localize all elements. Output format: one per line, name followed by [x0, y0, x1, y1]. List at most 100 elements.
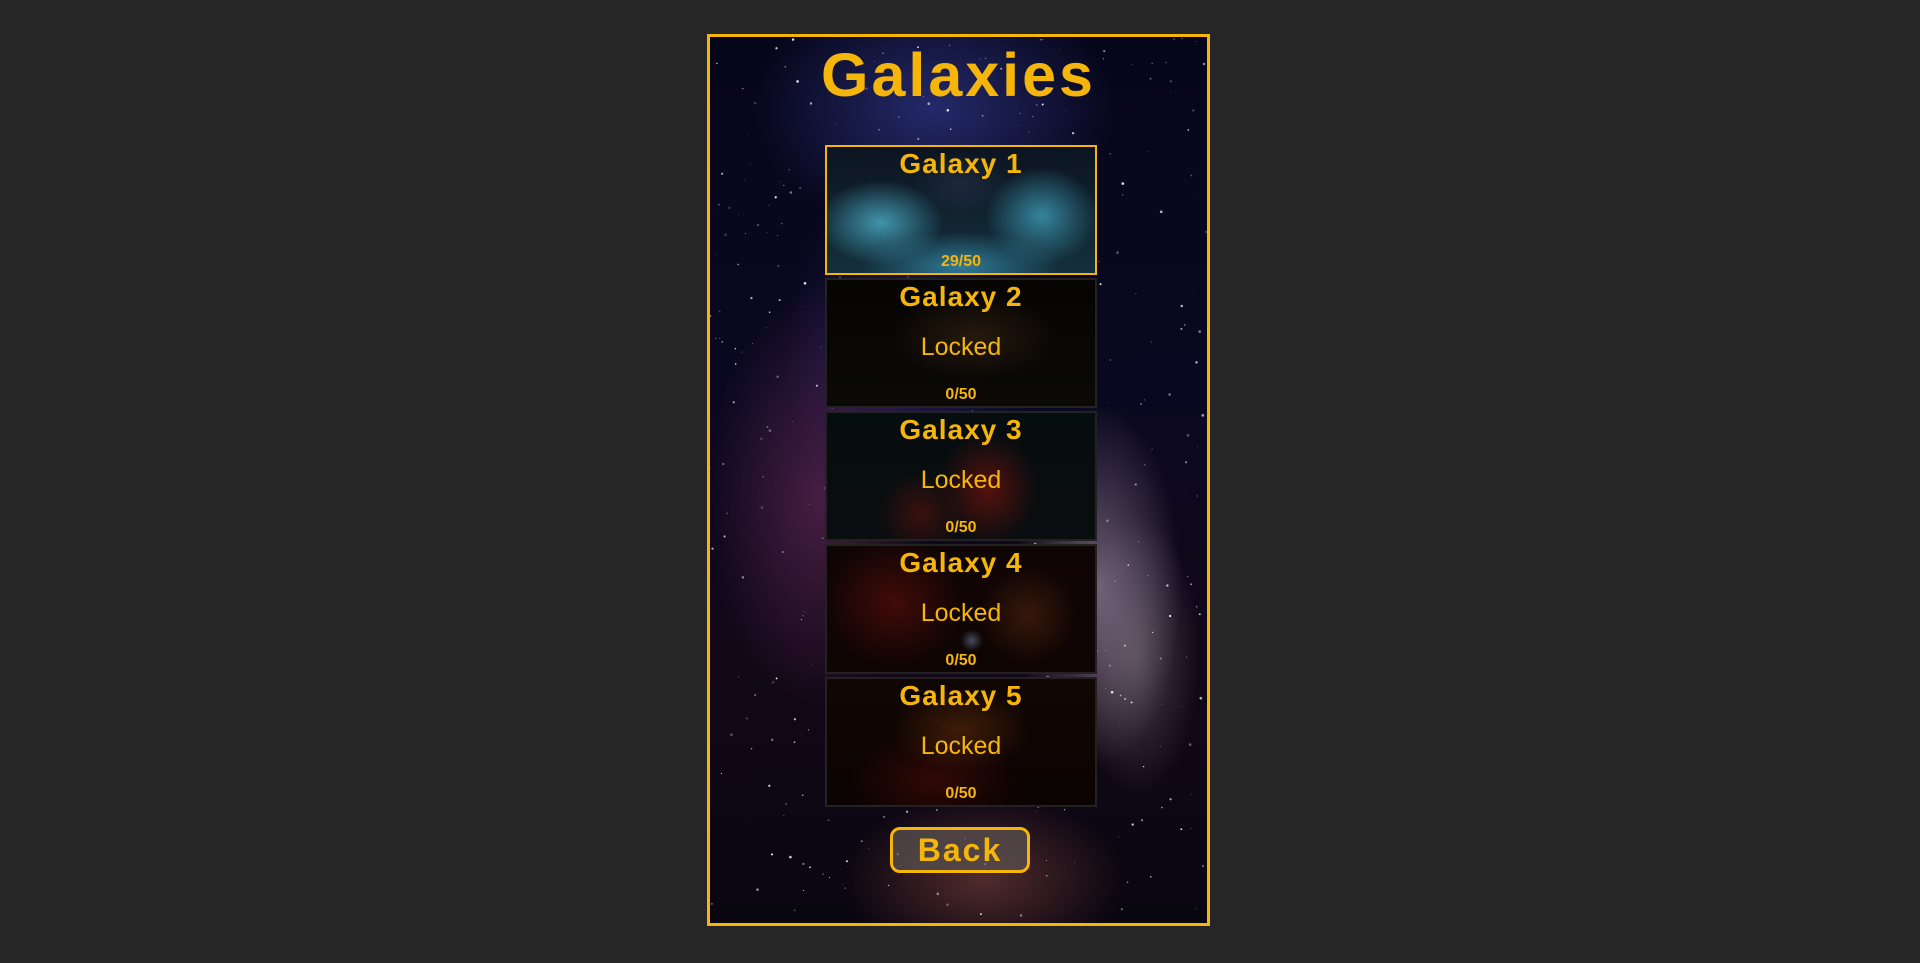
- star: [750, 296, 753, 300]
- star: [768, 429, 772, 432]
- star: [718, 203, 720, 206]
- star: [1168, 393, 1171, 396]
- star: [839, 868, 841, 870]
- star: [1192, 289, 1194, 291]
- star: [1144, 399, 1145, 401]
- galaxy-lock-status: Locked: [920, 732, 1002, 760]
- star: [1017, 124, 1019, 126]
- star: [738, 676, 739, 678]
- star: [1150, 341, 1153, 343]
- star: [711, 547, 714, 550]
- star: [1135, 293, 1137, 294]
- star: [936, 892, 940, 896]
- star: [802, 862, 805, 865]
- star: [1118, 725, 1120, 727]
- star: [710, 902, 713, 905]
- star: [754, 693, 757, 697]
- star: [877, 128, 881, 131]
- star: [788, 169, 790, 171]
- star: [1205, 231, 1207, 233]
- star: [1198, 613, 1201, 616]
- star: [760, 437, 763, 440]
- star: [1108, 664, 1111, 667]
- galaxy-name: Galaxy 1: [899, 148, 1023, 179]
- star: [747, 817, 749, 818]
- star: [949, 128, 952, 131]
- star: [1065, 110, 1066, 112]
- star: [1131, 823, 1134, 826]
- star: [801, 794, 804, 797]
- star: [793, 718, 797, 721]
- star: [730, 733, 733, 737]
- star: [782, 551, 784, 553]
- star: [1186, 492, 1188, 494]
- galaxy-card-5[interactable]: Galaxy 5 Locked 0/50: [825, 677, 1097, 807]
- galaxy-card-3[interactable]: Galaxy 3 Locked 0/50: [825, 411, 1097, 541]
- star: [756, 888, 759, 891]
- star: [1147, 574, 1149, 576]
- star: [803, 281, 807, 285]
- star: [1168, 614, 1172, 618]
- star: [770, 853, 774, 856]
- galaxy-progress: 0/50: [945, 519, 977, 536]
- galaxy-card-1[interactable]: Galaxy 1 29/50: [825, 145, 1097, 275]
- star: [771, 681, 775, 684]
- star: [800, 619, 802, 621]
- galaxy-progress: 0/50: [945, 652, 977, 669]
- star: [1173, 38, 1175, 40]
- star: [745, 717, 748, 720]
- star: [1188, 743, 1192, 746]
- star: [770, 738, 774, 742]
- star: [1180, 828, 1183, 831]
- star: [722, 462, 725, 466]
- star: [1123, 644, 1126, 647]
- galaxy-card-4[interactable]: Galaxy 4 Locked 0/50: [825, 544, 1097, 674]
- star: [845, 860, 848, 863]
- star: [1197, 445, 1198, 447]
- star: [803, 611, 805, 613]
- star: [887, 884, 890, 887]
- star: [783, 814, 785, 816]
- star: [882, 815, 886, 819]
- star: [1180, 304, 1184, 308]
- star: [906, 810, 909, 813]
- star: [828, 877, 831, 879]
- star: [766, 231, 768, 233]
- star: [777, 264, 780, 267]
- galaxy-name: Galaxy 2: [899, 281, 1023, 312]
- star: [780, 222, 783, 225]
- star: [1031, 115, 1034, 118]
- galaxy-name: Galaxy 5: [899, 680, 1023, 711]
- star: [718, 310, 721, 313]
- galaxy-lock-status: Locked: [920, 599, 1002, 627]
- star: [844, 887, 846, 889]
- star: [789, 191, 793, 194]
- star: [1143, 463, 1146, 466]
- star: [785, 803, 787, 805]
- star: [1184, 461, 1188, 464]
- star: [720, 772, 723, 775]
- star: [710, 467, 711, 470]
- star: [1118, 836, 1120, 838]
- star: [1127, 564, 1130, 566]
- back-button[interactable]: Back: [890, 827, 1030, 873]
- star: [1130, 701, 1133, 704]
- star: [1161, 703, 1163, 705]
- galaxy-card-2[interactable]: Galaxy 2 Locked 0/50: [825, 278, 1097, 408]
- star: [713, 208, 714, 210]
- star: [1180, 327, 1183, 330]
- star: [793, 741, 796, 744]
- star: [1097, 650, 1099, 652]
- star: [1183, 324, 1186, 326]
- star: [1126, 881, 1129, 883]
- star: [1192, 327, 1194, 329]
- star: [1124, 697, 1127, 701]
- star: [1186, 434, 1190, 437]
- star: [726, 512, 728, 515]
- star: [1106, 519, 1109, 522]
- star: [1074, 862, 1076, 863]
- star: [1151, 448, 1153, 450]
- star: [789, 855, 792, 859]
- star: [750, 163, 752, 165]
- star: [1152, 631, 1154, 634]
